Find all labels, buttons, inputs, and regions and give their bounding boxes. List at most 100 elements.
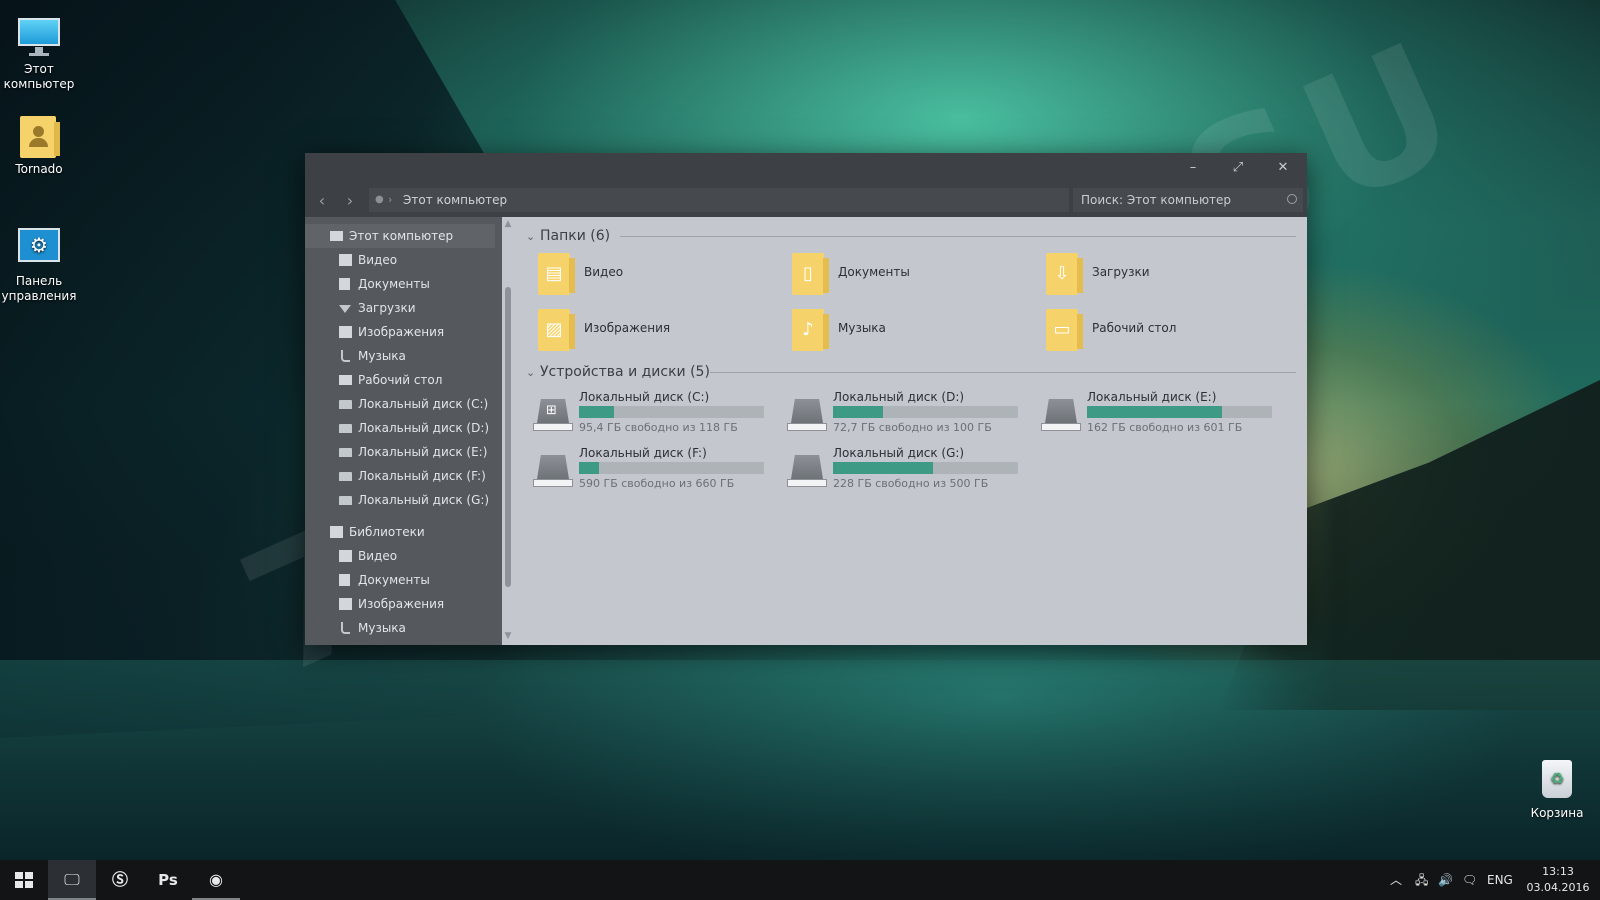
scroll-down-icon[interactable]: ▼ [502, 631, 514, 641]
folder-label: Видео [584, 265, 624, 279]
section-divider [710, 372, 1296, 373]
hard-drive-icon [533, 455, 573, 487]
nav-item-drive-e[interactable]: Локальный диск (E:) [305, 440, 495, 464]
nav-item-documents[interactable]: Документы [305, 272, 495, 296]
back-button[interactable]: ‹ [311, 190, 333, 212]
drive-usage-fill [579, 462, 600, 474]
desktop-icon-label: Tornado [15, 162, 63, 176]
nav-item-pictures[interactable]: Изображения [305, 320, 495, 344]
nav-item-downloads[interactable]: Загрузки [305, 296, 495, 320]
drive-name: Локальный диск (E:) [1087, 390, 1217, 404]
nav-item-library-music[interactable]: Музыка [305, 616, 495, 640]
drive-usage-fill [1087, 406, 1223, 418]
desktop-icon-this-pc[interactable]: Этот компьютер [0, 16, 78, 92]
nav-item-library-pictures[interactable]: Изображения [305, 592, 495, 616]
folder-tile-music[interactable]: ♪ Музыка [782, 305, 1022, 357]
music-icon [341, 622, 350, 634]
nav-item-drive-g[interactable]: Локальный диск (G:) [305, 488, 495, 512]
maximize-button[interactable]: ⤢ [1220, 156, 1256, 180]
folder-tile-video[interactable]: ▤ Видео [528, 249, 768, 301]
drive-tile-d[interactable]: Локальный диск (D:) 72,7 ГБ свободно из … [782, 389, 1027, 439]
minimize-button[interactable]: – [1175, 156, 1211, 180]
desktop-icon-label: Корзина [1530, 806, 1584, 820]
nav-item-label: Изображения [358, 597, 445, 611]
volume-icon[interactable]: 🔊 [1438, 860, 1453, 900]
picture-icon [339, 598, 352, 610]
language-indicator[interactable]: ENG [1487, 860, 1513, 900]
nav-item-libraries[interactable]: Библиотеки [305, 520, 495, 544]
nav-item-video[interactable]: Видео [305, 248, 495, 272]
desktop-icon-tornado[interactable]: Tornado [0, 116, 78, 177]
notifications-icon[interactable]: 🗨 [1462, 860, 1477, 900]
drive-usage-fill [833, 406, 883, 418]
forward-button[interactable]: › [339, 190, 361, 212]
drive-free-space: 228 ГБ свободно из 500 ГБ [833, 477, 989, 490]
library-icon [330, 526, 343, 538]
folder-tile-downloads[interactable]: ⇩ Загрузки [1036, 249, 1276, 301]
search-placeholder: Поиск: Этот компьютер [1081, 193, 1232, 207]
windows-logo-icon [15, 872, 33, 888]
monitor-icon [330, 231, 343, 241]
taskbar-photoshop[interactable]: Ps [144, 860, 192, 900]
nav-item-music[interactable]: Музыка [305, 344, 495, 368]
drive-free-space: 162 ГБ свободно из 601 ГБ [1087, 421, 1243, 434]
close-button[interactable]: ✕ [1265, 156, 1301, 180]
taskbar-chrome[interactable]: ◉ [192, 860, 240, 900]
photoshop-icon: Ps [158, 871, 178, 889]
title-bar[interactable]: – ⤢ ✕ [305, 153, 1307, 183]
taskbar-explorer[interactable]: 🖵 [48, 860, 96, 900]
section-title: Папки (6) [540, 228, 611, 244]
drive-usage-bar [833, 462, 1018, 474]
network-icon[interactable]: 🖧 [1415, 860, 1428, 900]
breadcrumb-this-pc[interactable]: Этот компьютер [403, 188, 507, 212]
nav-item-this-pc[interactable]: Этот компьютер [305, 224, 495, 248]
nav-item-drive-c[interactable]: Локальный диск (C:) [305, 392, 495, 416]
section-devices-header[interactable]: ⌄ Устройства и диски (5) [526, 362, 710, 382]
clock-time: 13:13 [1542, 865, 1574, 878]
drive-free-space: 72,7 ГБ свободно из 100 ГБ [833, 421, 992, 434]
nav-item-drive-f[interactable]: Локальный диск (F:) [305, 464, 495, 488]
folder-tile-documents[interactable]: ▯ Документы [782, 249, 1022, 301]
clock[interactable]: 13:13 03.04.2016 [1522, 864, 1594, 896]
video-icon [339, 254, 352, 266]
search-icon [1287, 194, 1297, 204]
folder-tile-desktop[interactable]: ▭ Рабочий стол [1036, 305, 1276, 357]
scroll-thumb[interactable] [505, 287, 511, 587]
explorer-window: – ⤢ ✕ ‹ › ● › Этот компьютер Поиск: Этот… [305, 153, 1307, 645]
desktop-icon: ▭ [1046, 309, 1083, 351]
tray-overflow-chevron-icon[interactable]: ︿ [1390, 860, 1402, 900]
search-input[interactable]: Поиск: Этот компьютер [1073, 188, 1303, 212]
skype-icon: Ⓢ [111, 870, 128, 889]
section-divider [620, 236, 1296, 237]
drive-tile-e[interactable]: Локальный диск (E:) 162 ГБ свободно из 6… [1036, 389, 1281, 439]
location-icon: ● [375, 194, 384, 205]
nav-item-library-video[interactable]: Видео [305, 544, 495, 568]
nav-item-library-documents[interactable]: Документы [305, 568, 495, 592]
scroll-up-icon[interactable]: ▲ [502, 219, 514, 229]
drive-usage-bar [833, 406, 1018, 418]
breadcrumb-chevron-icon: › [388, 193, 393, 206]
clock-date: 03.04.2016 [1526, 881, 1590, 894]
drive-tile-g[interactable]: Локальный диск (G:) 228 ГБ свободно из 5… [782, 445, 1027, 495]
document-icon [339, 574, 350, 586]
start-button[interactable] [0, 860, 48, 900]
nav-item-label: Этот компьютер [349, 229, 454, 243]
nav-scrollbar[interactable]: ▲ ▼ [502, 217, 514, 645]
nav-item-desktop[interactable]: Рабочий стол [305, 368, 495, 392]
desktop-icon-label: Панель управления [1, 274, 77, 303]
nav-item-label: Локальный диск (F:) [358, 469, 486, 483]
hard-drive-icon [787, 455, 827, 487]
desktop-icon-recycle-bin[interactable]: ♻ Корзина [1518, 760, 1596, 821]
drive-tile-c[interactable]: ⊞ Локальный диск (C:) 95,4 ГБ свободно и… [528, 389, 773, 439]
nav-item-drive-d[interactable]: Локальный диск (D:) [305, 416, 495, 440]
folder-tile-pictures[interactable]: ▨ Изображения [528, 305, 768, 357]
address-bar[interactable]: ● › Этот компьютер [369, 188, 1069, 212]
wallpaper-lake [0, 660, 1600, 860]
nav-item-label: Локальный диск (E:) [358, 445, 488, 459]
nav-item-label: Изображения [358, 325, 445, 339]
desktop-icon-control-panel[interactable]: ⚙ Панель управления [0, 228, 78, 304]
drive-name: Локальный диск (C:) [579, 390, 710, 404]
section-folders-header[interactable]: ⌄ Папки (6) [526, 226, 610, 246]
drive-tile-f[interactable]: Локальный диск (F:) 590 ГБ свободно из 6… [528, 445, 773, 495]
taskbar-skype[interactable]: Ⓢ [96, 860, 144, 900]
